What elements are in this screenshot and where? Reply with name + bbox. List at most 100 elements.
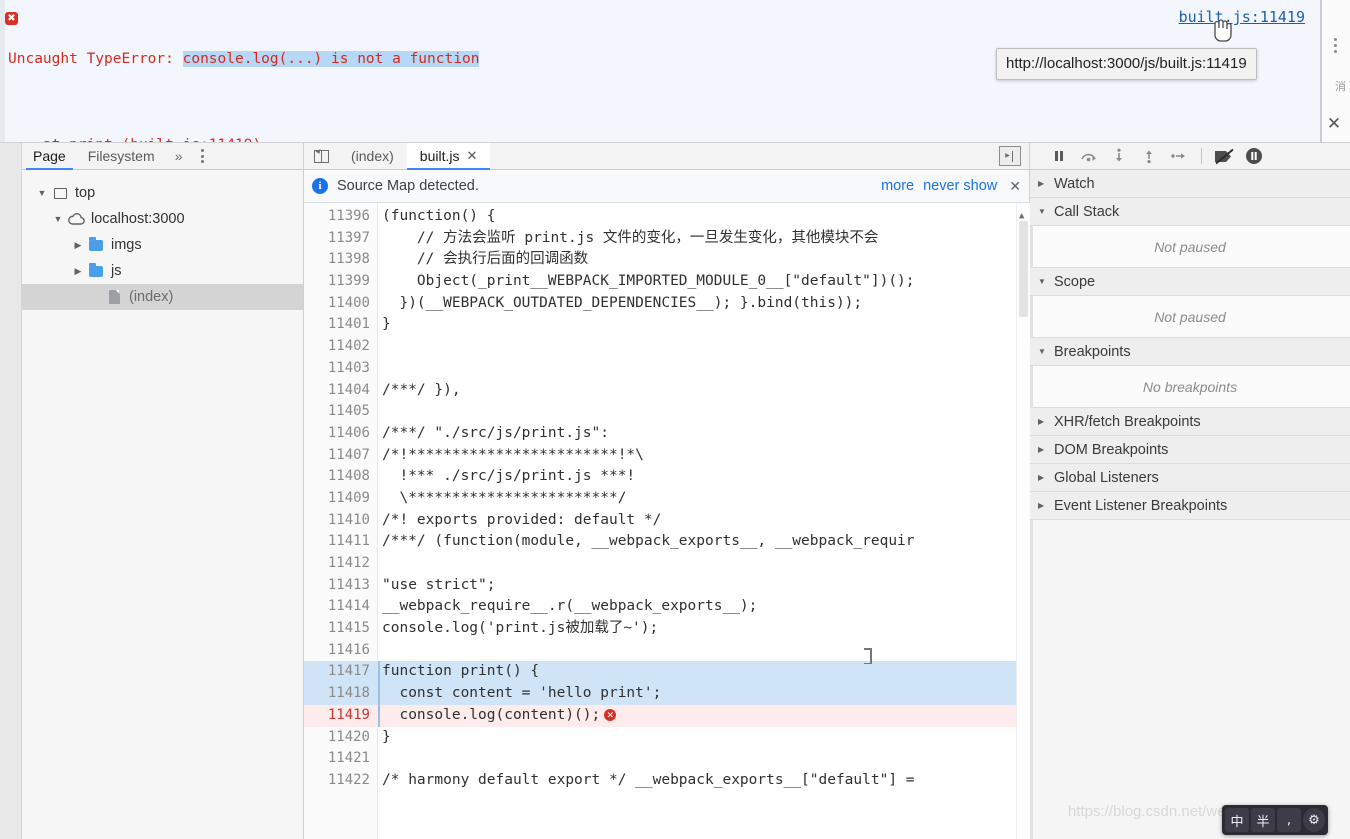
code-line-highlighted[interactable]: 11417 function print() {: [304, 661, 1030, 684]
pause-resume-button[interactable]: [1044, 143, 1074, 170]
editor-tab-builtjs[interactable]: built.js ✕: [406, 142, 491, 170]
tree-item-js[interactable]: js: [22, 258, 303, 284]
chevron-down-icon: ▼: [1038, 347, 1046, 356]
deactivate-breakpoints-button[interactable]: [1209, 143, 1239, 170]
code-line[interactable]: 11401}: [304, 314, 1030, 336]
code-line[interactable]: 11413 "use strict";: [304, 575, 1030, 597]
close-icon[interactable]: ✕: [466, 148, 477, 164]
close-icon[interactable]: ✕: [1006, 178, 1021, 195]
code-line[interactable]: 11410 /*! exports provided: default */: [304, 510, 1030, 532]
code-line[interactable]: 11404 /***/ }),: [304, 380, 1030, 402]
line-text: (function() {: [382, 208, 496, 224]
step-into-button[interactable]: [1104, 143, 1134, 170]
left-rail: [0, 143, 22, 839]
error-title-prefix: Uncaught TypeError:: [8, 51, 183, 67]
show-debugger-sidebar-icon[interactable]: ▶: [999, 146, 1021, 166]
navigator-more-options-icon[interactable]: [192, 143, 214, 170]
more-tabs-icon[interactable]: »: [166, 148, 192, 164]
code-line[interactable]: 11408 !*** ./src/js/print.js ***!: [304, 466, 1030, 488]
show-navigator-icon[interactable]: [304, 143, 338, 170]
code-line[interactable]: 11399 Object(_print__WEBPACK_IMPORTED_MO…: [304, 271, 1030, 293]
step-button[interactable]: [1164, 143, 1194, 170]
line-number: 11407: [327, 446, 370, 463]
section-header-xhr-breakpoints[interactable]: ▶ XHR/fetch Breakpoints: [1030, 408, 1350, 436]
code-line[interactable]: 11398 // 会执行后面的回调函数: [304, 249, 1030, 271]
section-header-breakpoints[interactable]: ▼ Breakpoints: [1030, 338, 1350, 366]
editor-tab-index[interactable]: (index): [338, 143, 407, 170]
line-number: 11408: [327, 468, 370, 485]
line-number: 11422: [327, 771, 370, 788]
code-line[interactable]: 11411 /***/ (function(module, __webpack_e…: [304, 531, 1030, 553]
tree-item-index[interactable]: (index): [22, 284, 303, 310]
line-number: 11419: [327, 706, 370, 723]
line-number: 11417: [327, 663, 370, 680]
section-header-scope[interactable]: ▼ Scope: [1030, 268, 1350, 296]
editor-vertical-scrollbar[interactable]: ▲: [1016, 203, 1030, 839]
code-line-error[interactable]: 11419 console.log(content)(); ✕: [304, 704, 1030, 727]
tab-filesystem[interactable]: Filesystem: [77, 143, 166, 170]
ime-mode-chinese-button[interactable]: 中: [1225, 808, 1249, 832]
section-title: XHR/fetch Breakpoints: [1054, 413, 1201, 430]
code-editor[interactable]: 11396 (function() { 11397 // 方法会监听 print.…: [304, 203, 1030, 839]
section-header-watch[interactable]: ▶ Watch: [1030, 170, 1350, 198]
close-icon[interactable]: ✕: [1324, 114, 1344, 134]
cloud-icon: [66, 213, 86, 225]
tab-page[interactable]: Page: [22, 143, 77, 170]
code-line[interactable]: 11412: [304, 553, 1030, 575]
line-text: }: [382, 728, 391, 745]
code-line[interactable]: 11415 console.log('print.js被加载了~');: [304, 618, 1030, 640]
code-line[interactable]: 11416: [304, 640, 1030, 662]
code-line-highlighted[interactable]: 11418 const content = 'hello print';: [304, 683, 1030, 705]
ime-width-halfwidth-button[interactable]: 半: [1251, 808, 1275, 832]
tree-item-label: imgs: [111, 237, 142, 253]
code-line[interactable]: 11396 (function() {: [304, 206, 1030, 228]
step-out-button[interactable]: [1134, 143, 1164, 170]
scrollbar-thumb[interactable]: [1019, 221, 1028, 317]
twisty-open-icon[interactable]: [50, 214, 66, 224]
editor-tabbar: (index) built.js ✕ ▶: [304, 142, 1029, 170]
twisty-closed-icon[interactable]: [70, 240, 86, 251]
code-line[interactable]: 11422 /* harmony default export */ __webp…: [304, 770, 1030, 792]
line-number: 11409: [327, 489, 370, 506]
chevron-down-icon: ▼: [1038, 277, 1046, 286]
section-header-global-listeners[interactable]: ▶ Global Listeners: [1030, 464, 1350, 492]
pause-on-exceptions-button[interactable]: [1239, 143, 1269, 170]
code-line[interactable]: 11400 })(__WEBPACK_OUTDATED_DEPENDENCIES…: [304, 293, 1030, 315]
section-header-call-stack[interactable]: ▼ Call Stack: [1030, 198, 1350, 226]
ime-punctuation-button[interactable]: ,: [1277, 808, 1301, 832]
frame-icon: [50, 187, 70, 199]
tree-item-localhost[interactable]: localhost:3000: [22, 206, 303, 232]
tree-item-label: js: [111, 263, 122, 279]
code-line[interactable]: 11397 // 方法会监听 print.js 文件的变化，一旦发生变化，其他模…: [304, 228, 1030, 250]
inline-error-icon[interactable]: ✕: [604, 708, 617, 721]
editor-tab-label: built.js: [419, 148, 460, 164]
code-line[interactable]: 11421: [304, 748, 1030, 770]
tree-item-imgs[interactable]: imgs: [22, 232, 303, 258]
code-line[interactable]: 11403构件后的代码中: [304, 358, 1030, 380]
code-line[interactable]: 11409 \************************/: [304, 488, 1030, 510]
document-icon: [104, 290, 124, 304]
code-line[interactable]: 11414 __webpack_require__.r(__webpack_exp…: [304, 596, 1030, 618]
line-number: 11421: [327, 750, 370, 767]
twisty-closed-icon[interactable]: [70, 266, 86, 277]
chevron-right-icon: ▶: [1038, 473, 1045, 482]
code-line[interactable]: 11407 /*!************************!*\: [304, 445, 1030, 467]
code-line[interactable]: 11406 /***/ "./src/js/print.js":: [304, 423, 1030, 445]
link-url-tooltip: http://localhost:3000/js/built.js:11419: [996, 48, 1257, 80]
step-over-button[interactable]: [1074, 143, 1104, 170]
code-line[interactable]: 11405: [304, 401, 1030, 423]
infobar-more-link[interactable]: more: [881, 178, 914, 194]
line-text: // 方法会监听 print.js 文件的变化，一旦发生变化，其他模块不会: [382, 229, 879, 246]
ime-settings-gear-icon[interactable]: ⚙: [1303, 808, 1325, 832]
infobar-never-show-link[interactable]: never show: [923, 178, 997, 194]
code-line[interactable]: 11402: [304, 336, 1030, 358]
line-text: /***/ (function(module, __webpack_export…: [382, 533, 915, 550]
console-more-options-icon[interactable]: [1328, 30, 1342, 60]
console-source-link[interactable]: built.js:11419: [1179, 8, 1305, 26]
tree-item-top[interactable]: top: [22, 180, 303, 206]
code-line[interactable]: 11420}: [304, 727, 1030, 749]
twisty-open-icon[interactable]: [34, 188, 50, 198]
line-text: /***/ }),: [382, 381, 461, 398]
section-header-event-listener-breakpoints[interactable]: ▶ Event Listener Breakpoints: [1030, 492, 1350, 520]
section-header-dom-breakpoints[interactable]: ▶ DOM Breakpoints: [1030, 436, 1350, 464]
